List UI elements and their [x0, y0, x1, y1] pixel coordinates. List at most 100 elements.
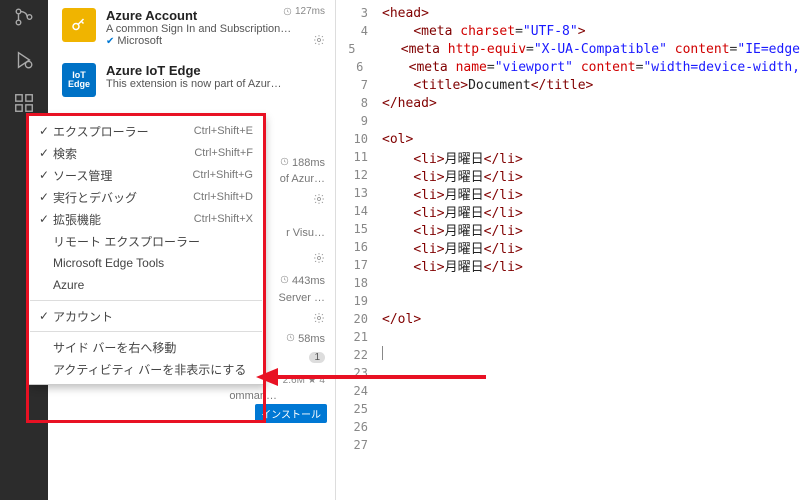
line-number: 11 [336, 150, 382, 164]
context-menu-item[interactable]: ✓拡張機能Ctrl+Shift+X [29, 208, 263, 230]
extension-desc-fragment: r Visu… [286, 227, 325, 239]
gear-icon[interactable] [313, 34, 325, 49]
line-content[interactable]: <li>月曜日</li> [382, 166, 523, 185]
gear-icon[interactable] [313, 312, 325, 327]
menu-separator [30, 300, 262, 301]
code-line[interactable]: 13 <li>月曜日</li> [336, 184, 800, 202]
line-content[interactable]: <li>月曜日</li> [382, 184, 523, 203]
line-content[interactable]: <li>月曜日</li> [382, 256, 523, 275]
line-content[interactable]: <meta http-equiv="X-UA-Compatible" conte… [369, 42, 800, 57]
code-line[interactable]: 27 [336, 436, 800, 454]
install-button[interactable]: インストール [255, 404, 327, 423]
context-menu-item[interactable]: ✓エクスプローラーCtrl+Shift+E [29, 120, 263, 142]
context-menu-item[interactable]: アクティビティ バーを非表示にする [29, 358, 263, 380]
extension-desc-fragment: Server … [279, 292, 325, 304]
code-line[interactable]: 9 [336, 112, 800, 130]
line-content[interactable]: <li>月曜日</li> [382, 148, 523, 167]
context-menu-item[interactable]: Azure [29, 274, 263, 296]
extension-desc: This extension is now part of Azur… [106, 78, 325, 90]
line-number: 4 [336, 24, 382, 38]
code-line[interactable]: 20</ol> [336, 310, 800, 328]
line-content[interactable]: </head> [382, 96, 437, 111]
code-line[interactable]: 26 [336, 418, 800, 436]
line-number: 23 [336, 366, 382, 380]
line-number: 6 [336, 60, 377, 74]
line-content[interactable]: <meta charset="UTF-8"> [382, 24, 586, 39]
extension-timing: 188ms [280, 157, 325, 169]
code-line[interactable]: 3<head> [336, 4, 800, 22]
line-content[interactable]: <li>月曜日</li> [382, 238, 523, 257]
download-star-count: ⬇ 2.6M ★ 4 [272, 375, 326, 386]
code-line[interactable]: 19 [336, 292, 800, 310]
line-content[interactable]: <ol> [382, 132, 413, 147]
code-line[interactable]: 16 <li>月曜日</li> [336, 238, 800, 256]
update-badge: 1 [309, 352, 325, 363]
extension-desc-fragment: of Azur… [280, 173, 325, 185]
context-menu-item[interactable]: サイド バーを右へ移動 [29, 336, 263, 358]
line-content[interactable]: <li>月曜日</li> [382, 220, 523, 239]
code-line[interactable]: 15 <li>月曜日</li> [336, 220, 800, 238]
code-line[interactable]: 24 [336, 382, 800, 400]
line-content[interactable]: <li>月曜日</li> [382, 202, 523, 221]
code-line[interactable]: 14 <li>月曜日</li> [336, 202, 800, 220]
code-line[interactable]: 21 [336, 328, 800, 346]
line-number: 21 [336, 330, 382, 344]
extension-title: Azure IoT Edge [106, 63, 325, 78]
extension-item[interactable]: Azure Account A common Sign In and Subsc… [48, 0, 335, 55]
extension-item[interactable]: IoTEdge Azure IoT Edge This extension is… [48, 55, 335, 105]
extension-timing: 127ms [283, 6, 325, 17]
line-content[interactable]: </ol> [382, 312, 421, 327]
iot-edge-icon: IoTEdge [62, 63, 96, 97]
code-line[interactable]: 23 [336, 364, 800, 382]
code-line[interactable]: 18 [336, 274, 800, 292]
context-menu-item[interactable]: ✓検索Ctrl+Shift+F [29, 142, 263, 164]
context-menu-item[interactable]: ✓実行とデバッグCtrl+Shift+D [29, 186, 263, 208]
extension-timing: 58ms [286, 333, 325, 345]
line-number: 17 [336, 258, 382, 272]
code-line[interactable]: 10<ol> [336, 130, 800, 148]
line-content[interactable]: <head> [382, 6, 429, 21]
code-line[interactable]: 17 <li>月曜日</li> [336, 256, 800, 274]
code-line[interactable]: 12 <li>月曜日</li> [336, 166, 800, 184]
context-menu-item[interactable]: ✓ソース管理Ctrl+Shift+G [29, 164, 263, 186]
line-content[interactable] [382, 346, 383, 364]
extension-timing: 443ms [280, 275, 325, 287]
menu-separator [30, 331, 262, 332]
source-control-icon[interactable] [13, 6, 35, 31]
gear-icon[interactable] [313, 252, 325, 267]
line-number: 5 [336, 42, 369, 56]
line-number: 15 [336, 222, 382, 236]
line-number: 24 [336, 384, 382, 398]
activity-bar-context-menu: ✓エクスプローラーCtrl+Shift+E✓検索Ctrl+Shift+F✓ソース… [28, 115, 264, 385]
line-number: 19 [336, 294, 382, 308]
code-line[interactable]: 6 <meta name="viewport" content="width=d… [336, 58, 800, 76]
run-debug-icon[interactable] [13, 49, 35, 74]
line-number: 7 [336, 78, 382, 92]
line-number: 27 [336, 438, 382, 452]
extension-publisher: ✔Microsoft [106, 35, 325, 47]
line-content[interactable]: <meta name="viewport" content="width=dev… [377, 60, 800, 75]
extension-desc-fragment: omman… [229, 390, 277, 402]
context-menu-item[interactable]: リモート エクスプローラー [29, 230, 263, 252]
code-line[interactable]: 8</head> [336, 94, 800, 112]
line-number: 3 [336, 6, 382, 20]
line-number: 25 [336, 402, 382, 416]
key-icon [62, 8, 96, 42]
line-number: 9 [336, 114, 382, 128]
code-line[interactable]: 22 [336, 346, 800, 364]
code-line[interactable]: 25 [336, 400, 800, 418]
code-line[interactable]: 5 <meta http-equiv="X-UA-Compatible" con… [336, 40, 800, 58]
code-line[interactable]: 4 <meta charset="UTF-8"> [336, 22, 800, 40]
context-menu-item[interactable]: Microsoft Edge Tools [29, 252, 263, 274]
code-editor[interactable]: 3<head>4 <meta charset="UTF-8">5 <meta h… [336, 0, 800, 500]
extension-desc: A common Sign In and Subscription… [106, 23, 325, 35]
gear-icon[interactable] [313, 193, 325, 208]
code-line[interactable]: 11 <li>月曜日</li> [336, 148, 800, 166]
line-number: 16 [336, 240, 382, 254]
extensions-icon[interactable] [13, 92, 35, 117]
line-number: 10 [336, 132, 382, 146]
line-number: 8 [336, 96, 382, 110]
code-line[interactable]: 7 <title>Document</title> [336, 76, 800, 94]
context-menu-item[interactable]: ✓アカウント [29, 305, 263, 327]
line-content[interactable]: <title>Document</title> [382, 78, 593, 93]
